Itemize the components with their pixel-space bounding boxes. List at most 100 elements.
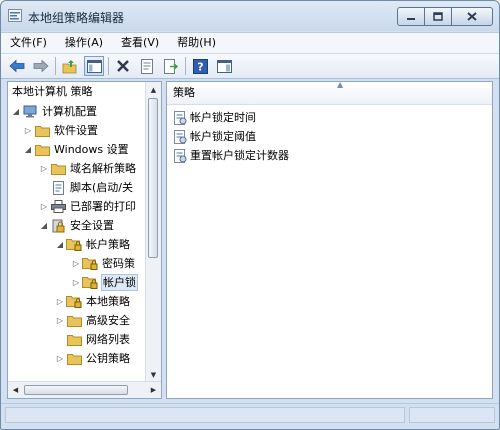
tree-root[interactable]: 本地计算机 策略 (8, 82, 151, 101)
collapse-icon[interactable]: ◢ (22, 140, 34, 159)
tree-item-dns-policy[interactable]: ▷ 域名解析策略 (38, 159, 137, 178)
export-list-button[interactable] (161, 56, 181, 76)
expand-icon[interactable]: ▷ (54, 349, 66, 368)
list-item[interactable]: 重置帐户锁定计数器 (173, 147, 289, 165)
scroll-up-icon[interactable]: ▲ (146, 82, 161, 97)
expand-icon[interactable]: ▷ (70, 273, 82, 292)
tree-item-label: 脚本(启动/关 (70, 181, 133, 194)
scroll-right-icon[interactable]: ▶ (146, 382, 161, 398)
close-button[interactable] (452, 7, 493, 26)
status-cell (5, 407, 405, 423)
sort-indicator-icon: ▲ (337, 81, 344, 89)
list-item[interactable]: 帐户锁定阈值 (173, 128, 256, 146)
back-button[interactable] (7, 56, 27, 76)
menu-file[interactable]: 文件(F) (1, 33, 56, 53)
list-item-label: 帐户锁定时间 (190, 111, 256, 124)
expand-icon[interactable]: ▷ (22, 121, 34, 140)
menu-action[interactable]: 操作(A) (56, 33, 112, 53)
tree-item-network-list[interactable]: 网络列表 (54, 330, 131, 349)
list-item-label: 重置帐户锁定计数器 (190, 149, 289, 162)
column-header-policy[interactable]: 策略 (173, 86, 195, 100)
tree-item-advanced-security[interactable]: ▷ 高级安全 (54, 311, 131, 330)
scroll-thumb[interactable] (148, 98, 158, 258)
tree-vertical-scrollbar[interactable]: ▲ ▼ (145, 82, 161, 382)
forward-button[interactable] (31, 56, 51, 76)
scroll-left-icon[interactable]: ◀ (8, 382, 23, 398)
tree-item-label: 密码策 (102, 257, 135, 270)
tree-item-software-settings[interactable]: ▷ 软件设置 (22, 121, 99, 140)
tree-item-account-policies[interactable]: ◢ 帐户策略 (54, 235, 131, 254)
delete-icon (117, 60, 129, 72)
help-icon: ? (192, 58, 208, 74)
policy-setting-icon (174, 111, 187, 125)
expand-icon[interactable]: ▷ (54, 311, 66, 330)
export-icon (164, 58, 179, 74)
tree-item-deployed-printers[interactable]: ▷ 已部署的打印 (38, 197, 137, 216)
tree-item-label: 网络列表 (86, 333, 130, 346)
details-pane: 策略 ▲ 帐户锁定时间 帐户锁定阈值 重置帐户锁定计数器 (166, 81, 493, 399)
computer-icon (22, 105, 38, 119)
minimize-button[interactable] (397, 7, 425, 26)
maximize-button[interactable] (425, 7, 452, 26)
folder-icon (66, 333, 82, 347)
menu-view[interactable]: 查看(V) (112, 33, 168, 53)
folder-lock-icon (82, 276, 98, 290)
toolbar: ? (1, 53, 499, 79)
show-hide-tree-button[interactable] (84, 56, 104, 76)
tree-item-label: 软件设置 (54, 124, 98, 137)
menu-bar: 文件(F) 操作(A) 查看(V) 帮助(H) (1, 32, 499, 53)
scroll-down-icon[interactable]: ▼ (146, 367, 161, 382)
expand-icon[interactable]: ▷ (38, 159, 50, 178)
tree-item-security-settings[interactable]: ◢ 安全设置 (38, 216, 115, 235)
tree-item-account-lockout-policy[interactable]: ▷ 帐户锁 (70, 273, 138, 292)
expand-icon[interactable]: ▷ (38, 197, 50, 216)
collapse-icon[interactable]: ◢ (38, 216, 50, 235)
tree-pane: 本地计算机 策略 ◢ 计算机配置 ▷ 软件设置 ◢ Windows 设置 ▷ 域… (7, 81, 162, 399)
policy-setting-icon (174, 130, 187, 144)
help-button[interactable]: ? (190, 56, 210, 76)
policy-setting-icon (174, 149, 187, 163)
collapse-icon[interactable]: ◢ (54, 235, 66, 254)
tree-item-password-policy[interactable]: ▷ 密码策 (70, 254, 136, 273)
security-icon (50, 219, 66, 233)
collapse-icon[interactable]: ◢ (10, 102, 22, 121)
properties-button[interactable] (137, 56, 157, 76)
tree-item-label: 公钥策略 (86, 352, 130, 365)
status-cell (409, 407, 495, 423)
panel-button[interactable] (214, 56, 234, 76)
tree-item-label: 域名解析策略 (70, 162, 136, 175)
folder-icon (66, 314, 82, 328)
policy-editor-icon (8, 9, 22, 22)
folder-lock-icon (82, 257, 98, 271)
panel-icon (216, 59, 232, 73)
scroll-thumb[interactable] (24, 385, 128, 395)
menu-help[interactable]: 帮助(H) (168, 33, 225, 53)
up-one-level-button[interactable] (60, 56, 80, 76)
caption-buttons (397, 7, 493, 26)
tree-item-label: 帐户策略 (86, 238, 130, 251)
expand-icon[interactable]: ▷ (70, 254, 82, 273)
tree-horizontal-scrollbar[interactable]: ◀ ▶ (8, 381, 161, 398)
minimize-icon (407, 17, 415, 20)
tree-item-windows-settings[interactable]: ◢ Windows 设置 (22, 140, 130, 159)
folder-icon (34, 124, 50, 138)
properties-icon (141, 58, 153, 74)
tree-item-label: 帐户锁 (101, 274, 138, 291)
expand-icon[interactable]: ▷ (54, 292, 66, 311)
tree-item-local-policies[interactable]: ▷ 本地策略 (54, 292, 131, 311)
svg-text:?: ? (197, 60, 203, 73)
tree-item-public-key-policies[interactable]: ▷ 公钥策略 (54, 349, 131, 368)
tree-item-computer-config[interactable]: ◢ 计算机配置 (10, 102, 98, 121)
title-bar[interactable]: 本地组策略编辑器 (1, 1, 499, 31)
list-header: 策略 ▲ (167, 82, 492, 105)
list-item[interactable]: 帐户锁定时间 (173, 109, 256, 127)
printer-icon (50, 200, 66, 214)
toolbar-separator (185, 57, 186, 75)
toolbar-separator (55, 57, 56, 75)
up-folder-icon (62, 59, 77, 73)
tree-item-scripts[interactable]: 脚本(启动/关 (38, 178, 134, 197)
delete-button[interactable] (113, 56, 133, 76)
close-icon (467, 12, 477, 21)
folder-icon (50, 162, 66, 176)
script-icon (50, 180, 66, 195)
